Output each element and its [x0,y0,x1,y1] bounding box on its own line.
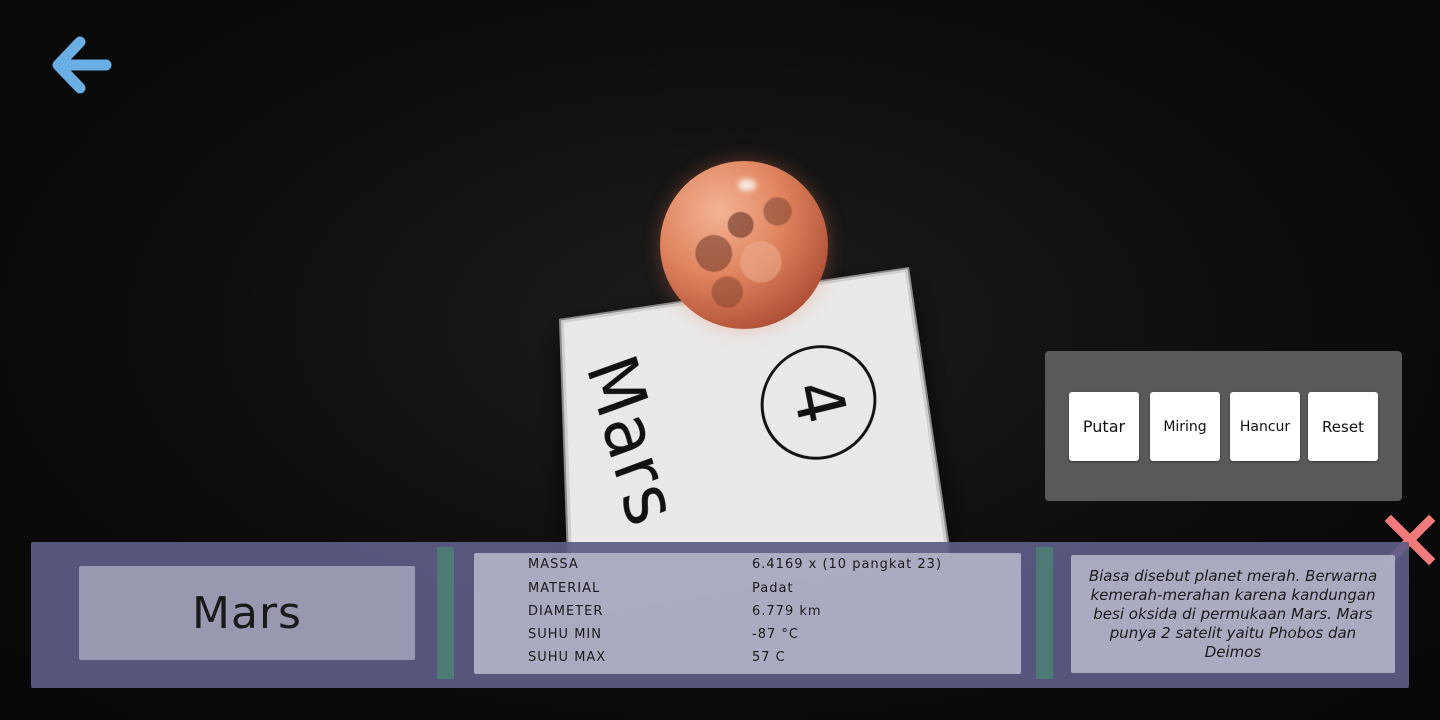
back-arrow-icon[interactable] [50,36,114,94]
stat-label: SUHU MAX [528,650,607,665]
stat-value: -87 °C [752,627,799,642]
card-number: 4 [776,372,861,432]
stat-label: SUHU MIN [528,627,602,642]
stat-row: SUHU MIN -87 °C [474,627,1021,649]
stat-value: 6.4169 x (10 pangkat 23) [752,557,943,572]
stat-row: DIAMETER 6.779 km [474,604,1021,626]
panel-divider [437,547,454,679]
planet-info-panel: Mars MASSA 6.4169 x (10 pangkat 23) MATE… [31,542,1409,688]
tilt-button[interactable]: Miring [1150,392,1220,461]
planet-name: Mars [192,587,302,639]
stat-value: 6.779 km [752,604,822,619]
stat-row: MATERIAL Padat [474,581,1021,603]
stat-label: MASSA [528,557,579,572]
planet-stats-box: MASSA 6.4169 x (10 pangkat 23) MATERIAL … [474,553,1021,674]
planet-description-box: Biasa disebut planet merah. Berwarna kem… [1071,555,1395,673]
stat-value: 57 C [752,650,786,665]
mars-planet-model[interactable] [660,161,828,329]
panel-divider [1036,547,1053,679]
rotate-button[interactable]: Putar [1069,392,1139,461]
controls-panel: Putar Miring Hancur Reset [1045,351,1402,501]
stat-row: SUHU MAX 57 C [474,650,1021,672]
reset-button[interactable]: Reset [1308,392,1378,461]
stat-label: DIAMETER [528,604,604,619]
planet-name-box: Mars [79,566,415,660]
stat-row: MASSA 6.4169 x (10 pangkat 23) [474,557,1021,579]
card-number-circle: 4 [755,337,884,469]
card-title: Mars [570,345,695,539]
stat-value: Padat [752,581,794,596]
planet-description: Biasa disebut planet merah. Berwarna kem… [1088,566,1378,661]
destroy-button[interactable]: Hancur [1230,392,1300,461]
stat-label: MATERIAL [528,581,601,596]
